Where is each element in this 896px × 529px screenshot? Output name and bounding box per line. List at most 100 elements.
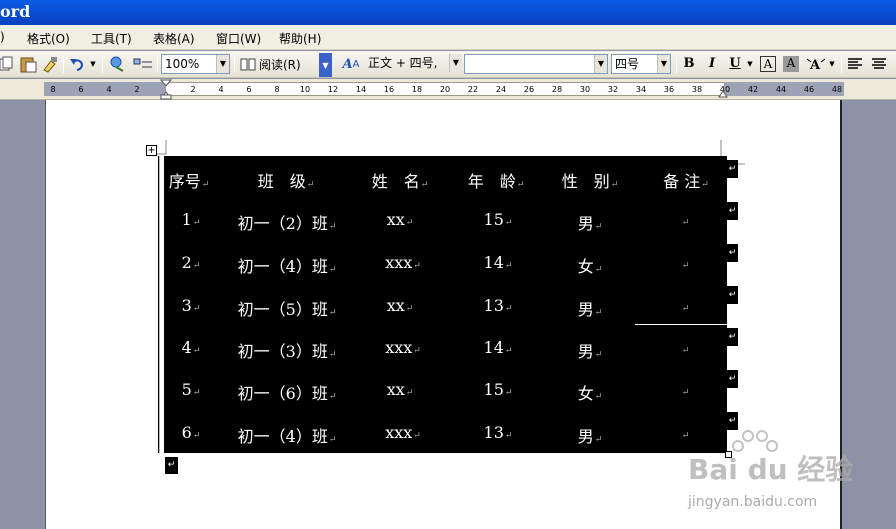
cell-class[interactable]: 初一（4）班↵ [238,253,337,277]
ruler-tick: 42 [747,85,759,94]
left-gutter [0,100,45,529]
undo-dropdown-icon[interactable]: ▼ [88,54,98,74]
cell-age[interactable]: 15↵ [484,210,513,229]
ruler-tick: 28 [551,85,563,94]
ruler-tick: 34 [635,85,647,94]
paragraph-mark: ↵ [165,457,178,474]
menu-item-partial[interactable]: ) [0,30,5,44]
cell-index[interactable]: 1↵ [182,210,201,229]
cell-class[interactable]: 初一（5）班↵ [238,296,337,320]
font-size-dropdown-icon[interactable]: ▼ [657,55,670,73]
row-end-mark: ↵ [727,286,738,304]
cell-class[interactable]: 初一（2）班↵ [238,210,337,234]
ruler-tick: 6 [78,85,84,94]
horizontal-ruler[interactable]: 8 6 4 2 2 4 6 8 10 12 14 16 18 20 22 24 … [0,79,896,100]
style-value: 正文 + 四号, [368,56,438,70]
menu-item-table[interactable]: 表格(A) [153,30,195,47]
cell-gender[interactable]: 女↵ [578,380,603,404]
cell-index[interactable]: 5↵ [182,380,201,399]
left-indent-marker[interactable] [160,79,172,100]
cell-age[interactable]: 15↵ [484,380,513,399]
ruler-tick: 8 [274,85,280,94]
cell-notes[interactable]: ↵ [681,210,690,229]
char-scaling-dropdown-icon[interactable]: ▼ [827,54,837,74]
underline-dropdown-icon[interactable]: ▼ [745,54,755,74]
italic-button[interactable]: I [703,54,721,74]
cell-class[interactable]: 初一（6）班↵ [238,380,337,404]
cell-age[interactable]: 13↵ [484,423,513,442]
styles-formatting-icon[interactable]: AA [339,54,363,74]
menu-bar: ) 格式(O) 工具(T) 表格(A) 窗口(W) 帮助(H) [0,25,896,50]
underline-button[interactable]: U [726,54,744,74]
font-dropdown-icon[interactable]: ▼ [594,55,607,73]
cell-age[interactable]: 13↵ [484,296,513,315]
cell-notes[interactable]: ↵ [681,253,690,272]
cell-name[interactable]: xxx↵ [385,423,421,442]
tables-borders-icon[interactable] [132,54,154,74]
cell-index[interactable]: 6↵ [182,423,201,442]
ruler-tick: 24 [495,85,507,94]
cell-name[interactable]: xxx↵ [385,253,421,272]
style-dropdown-icon[interactable]: ▼ [449,54,462,72]
table-left-border [158,156,160,453]
cell-gender[interactable]: 女↵ [578,253,603,277]
cell-gender[interactable]: 男↵ [578,296,603,320]
toolbar: ▼ 100% ▼ 阅读(R) ▼ AA 正文 + 四号, ▼ ▼ 四号 ▼ B … [0,51,896,78]
cell-gender[interactable]: 男↵ [578,338,603,362]
cell-index[interactable]: 4↵ [182,338,201,357]
cell-gender[interactable]: 男↵ [578,423,603,447]
watermark-url: jingyan.baidu.com [688,494,818,510]
cell-notes[interactable]: ↵ [681,380,690,399]
cell-name[interactable]: xx↵ [387,380,414,399]
cell-age[interactable]: 14↵ [484,338,513,357]
char-border-button[interactable]: A [760,56,776,72]
zoom-dropdown-icon[interactable]: ▼ [216,55,229,73]
cell-index[interactable]: 3↵ [182,296,201,315]
align-center-icon[interactable] [870,54,888,74]
char-shading-button[interactable]: A [783,56,799,72]
title-bar: ord [0,0,896,25]
cell-border-line [635,324,727,325]
menu-item-tools[interactable]: 工具(T) [91,30,132,47]
font-combo[interactable]: ▼ [464,54,608,74]
ruler-tick: 32 [607,85,619,94]
row-end-mark: ↵ [727,202,738,220]
cell-class[interactable]: 初一（4）班↵ [238,423,337,447]
svg-text:A: A [809,58,821,72]
table-move-handle[interactable]: + [146,145,157,156]
menu-item-format[interactable]: 格式(O) [27,30,70,47]
read-label: 阅读(R) [259,57,301,72]
cell-notes[interactable]: ↵ [681,338,690,357]
ruler-tick: 22 [467,85,479,94]
font-size-combo[interactable]: 四号 ▼ [611,54,671,74]
cell-index[interactable]: 2↵ [182,253,201,272]
read-button[interactable]: 阅读(R) [240,54,312,74]
char-scaling-icon[interactable]: A [806,54,826,74]
cell-gender[interactable]: 男↵ [578,210,603,234]
row-end-mark: ↵ [727,160,738,178]
cell-name[interactable]: xx↵ [387,296,414,315]
menu-item-window[interactable]: 窗口(W) [216,30,261,47]
paste-icon[interactable] [18,54,38,74]
header-index: 序号↵ [168,172,210,191]
cell-age[interactable]: 14↵ [484,253,513,272]
menu-item-help[interactable]: 帮助(H) [279,30,321,47]
ruler-tick: 48 [831,85,843,94]
toolbar-options-icon[interactable]: ▼ [319,53,332,77]
row-end-mark: ↵ [727,370,738,388]
cell-class[interactable]: 初一（3）班↵ [238,338,337,362]
right-indent-marker[interactable] [718,86,728,98]
hyperlink-icon[interactable] [108,54,128,74]
ruler-tick: 4 [106,85,112,94]
cell-notes[interactable]: ↵ [681,296,690,315]
zoom-combo[interactable]: 100% ▼ [161,54,230,74]
align-left-icon[interactable] [846,54,864,74]
cell-name[interactable]: xxx↵ [385,338,421,357]
ruler-tick: 38 [691,85,703,94]
cell-name[interactable]: xx↵ [387,210,414,229]
undo-icon[interactable] [68,54,86,74]
style-combo[interactable]: 正文 + 四号, ▼ [365,54,462,74]
bold-button[interactable]: B [680,54,698,74]
copy-icon[interactable] [0,54,14,74]
format-painter-icon[interactable] [40,54,60,74]
